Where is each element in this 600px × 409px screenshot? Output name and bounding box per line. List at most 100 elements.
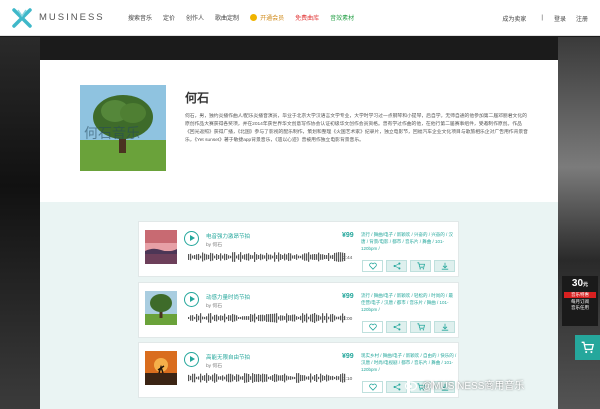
add-to-cart-button[interactable]: [410, 260, 431, 272]
favorite-button[interactable]: [362, 381, 383, 393]
waveform-bar: [268, 254, 270, 260]
track-artist[interactable]: by 何石: [206, 302, 222, 309]
register-link[interactable]: 注册: [576, 14, 588, 23]
waveform-bar: [288, 315, 290, 321]
waveform-bar: [194, 255, 196, 259]
waveform-bar: [190, 375, 192, 381]
waveform-bar: [302, 375, 304, 381]
become-seller-link[interactable]: 成为卖家: [502, 14, 526, 23]
waveform-bar: [314, 313, 316, 323]
download-button[interactable]: [434, 321, 455, 333]
favorite-button[interactable]: [362, 260, 383, 272]
brand-logo[interactable]: MUSINESS: [12, 7, 122, 28]
waveform-bar: [328, 316, 330, 320]
track-title[interactable]: 高能无限自由节拍: [206, 353, 250, 361]
watermark-text: @MUS NESS商用音乐: [422, 381, 525, 392]
favorite-button[interactable]: [362, 321, 383, 333]
waveform-bar: [238, 374, 240, 382]
waveform-bar: [280, 315, 282, 321]
waveform-bar: [322, 375, 324, 381]
download-button[interactable]: [434, 260, 455, 272]
tree-cover-image: [145, 291, 177, 325]
track-tags[interactable]: 现实乡村 / 舞曲/电子 / 新颖欢 / 自由的 / 快乐的 / 汉唐 / 时尚…: [361, 352, 457, 373]
nav-creators[interactable]: 创作人: [186, 13, 204, 22]
play-button[interactable]: [184, 292, 199, 307]
waveform-bar: [208, 254, 210, 260]
waveform-bar: [304, 375, 306, 381]
waveform-bar: [204, 253, 206, 261]
waveform-bar: [208, 313, 210, 323]
waveform[interactable]: [188, 252, 346, 262]
nav-vip[interactable]: 开通会员: [250, 13, 284, 22]
share-button[interactable]: [386, 321, 407, 333]
track-tags[interactable]: 流行 / 舞曲/电子 / 新颖欢 / 兴奋的 / 兴奋的 / 汉唐 / 背景/电…: [361, 231, 457, 252]
waveform-bar: [258, 373, 260, 383]
waveform-bar: [272, 255, 274, 259]
track-artist[interactable]: by 何石: [206, 241, 222, 248]
waveform-bar: [336, 316, 338, 320]
waveform-bar: [284, 373, 286, 383]
waveform-bar: [226, 254, 228, 260]
waveform-bar: [272, 313, 274, 323]
login-link[interactable]: 登录: [554, 14, 566, 23]
waveform-bar: [334, 315, 336, 321]
waveform-bar: [338, 376, 340, 380]
waveform-bar: [198, 315, 200, 321]
waveform-bar: [292, 255, 294, 259]
waveform-bar: [332, 254, 334, 260]
waveform-bar: [252, 255, 254, 259]
waveform-bar: [206, 316, 208, 320]
waveform-bar: [322, 313, 324, 323]
add-to-cart-button[interactable]: [410, 321, 431, 333]
track-price: ¥99: [342, 232, 354, 239]
waveform-bar: [340, 374, 342, 382]
nav-pricing[interactable]: 定价: [163, 13, 175, 22]
waveform-bar: [306, 313, 308, 323]
svg-text:何石音乐: 何石音乐: [84, 125, 140, 142]
floating-cart-button[interactable]: [575, 335, 600, 360]
waveform-bar: [236, 374, 238, 382]
nav-custom-song[interactable]: 歌曲定制: [215, 13, 239, 22]
waveform-bar: [324, 375, 326, 381]
track-tags[interactable]: 流行 / 舞曲/电子 / 新颖欢 / 轻松的 / 时尚的 / 最佳营/电子 / …: [361, 292, 457, 313]
waveform-bar: [270, 376, 272, 380]
share-button[interactable]: [386, 381, 407, 393]
play-button[interactable]: [184, 352, 199, 367]
play-button[interactable]: [184, 231, 199, 246]
artist-profile: 何石音乐 何石 何石，男，独约炎播作曲人/配乐炎播音演员，毕业于北京大学汉语言文…: [40, 60, 558, 202]
waveform-bar: [210, 252, 212, 262]
waveform-bar: [246, 316, 248, 320]
waveform-bar: [280, 375, 282, 381]
waveform-bar: [230, 315, 232, 321]
waveform-bar: [264, 255, 266, 259]
share-button[interactable]: [386, 260, 407, 272]
track-title[interactable]: 电音强力激昂节拍: [206, 232, 250, 240]
waveform-bar: [228, 373, 230, 383]
waveform-bar: [312, 376, 314, 380]
nav-sound-effects[interactable]: 音效素材: [330, 13, 354, 22]
waveform-bar: [266, 252, 268, 262]
track-price: ¥99: [342, 353, 354, 360]
waveform-bar: [282, 255, 284, 259]
nav-free-library[interactable]: 免费曲库: [295, 13, 319, 22]
waveform-bar: [282, 374, 284, 382]
waveform-bar: [240, 252, 242, 262]
weibo-logo-icon: [405, 380, 418, 391]
promo-banner[interactable]: 30元 音乐特惠 每月订阅 音乐任用: [562, 276, 598, 326]
waveform-bar: [322, 254, 324, 260]
waveform-bar: [196, 254, 198, 260]
waveform-bar: [188, 254, 190, 260]
waveform-bar: [260, 374, 262, 382]
waveform[interactable]: [188, 373, 346, 383]
waveform-bar: [328, 253, 330, 261]
waveform-bar: [254, 313, 256, 323]
waveform-bar: [262, 254, 264, 260]
track-artist[interactable]: by 何石: [206, 362, 222, 369]
waveform-bar: [214, 314, 216, 322]
waveform[interactable]: [188, 313, 346, 323]
waveform-bar: [248, 374, 250, 382]
waveform-bar: [246, 253, 248, 261]
share-icon: [393, 323, 400, 331]
nav-search-music[interactable]: 搜索音乐: [128, 13, 152, 22]
track-title[interactable]: 动感力量时尚节拍: [206, 293, 250, 301]
